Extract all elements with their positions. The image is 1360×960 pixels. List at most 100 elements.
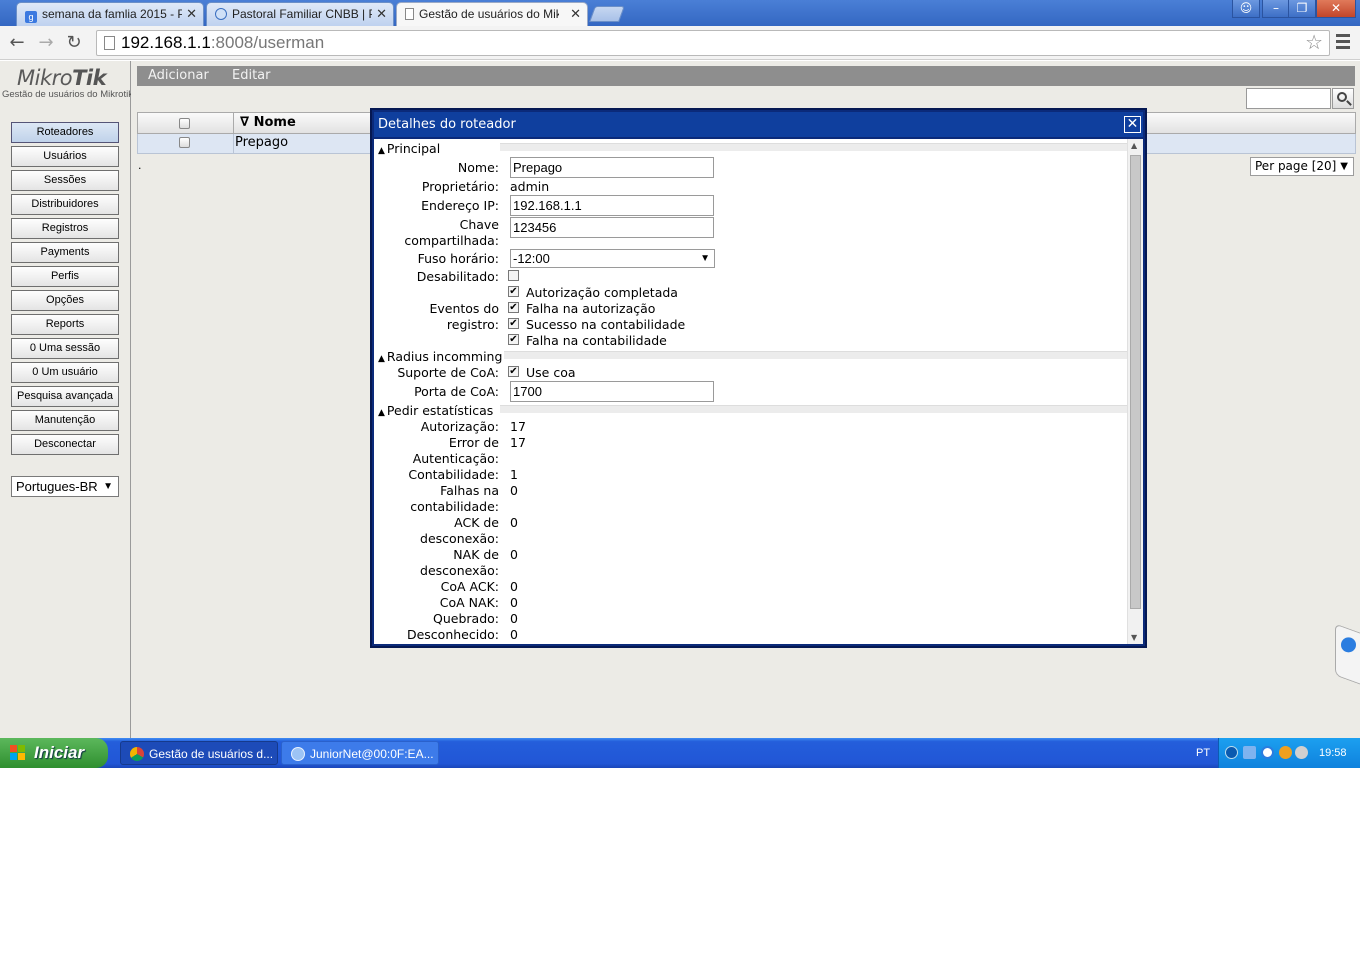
task-network[interactable]: JuniorNet@00:0F:EA... [281,741,439,765]
start-label: Iniciar [34,743,85,762]
select-all-checkbox[interactable] [179,118,190,129]
url-host: 192.168.1.1 [121,33,211,52]
page-icon [104,36,115,50]
app-subtitle: Gestão de usuários do Mikrotik [2,89,131,100]
add-button[interactable]: Adicionar [148,66,209,86]
stat-label: CoA ACK: [440,579,499,594]
stat-value: 1 [510,467,518,482]
name-field[interactable]: Prepago [510,157,714,178]
section-radius-incoming[interactable]: ▲ Radius incomming [374,349,1127,364]
teamviewer-widget[interactable] [1335,623,1360,685]
stat-value: 17 [510,435,526,450]
globe-icon [215,8,227,20]
network-tray-icon[interactable] [1243,746,1256,759]
owner-value: admin [510,179,550,194]
scroll-down-icon[interactable]: ▼ [1131,633,1137,642]
per-page-value: Per page [20] [1255,159,1337,173]
tab-gestao-usuarios[interactable]: Gestão de usuários do Mikrot ✕ [396,2,588,27]
menu-icon[interactable] [1336,34,1350,50]
sidebar-item-reports[interactable]: Reports [11,314,119,335]
close-icon[interactable]: ✕ [186,6,197,22]
section-principal[interactable]: ▲ Principal [374,141,1127,156]
new-tab-button[interactable] [589,6,625,22]
tab-title: Gestão de usuários do Mikrot [419,7,559,21]
log-auth-failed-checkbox[interactable] [508,302,519,313]
teamviewer-tray-icon[interactable] [1261,746,1274,759]
close-icon[interactable]: ✕ [376,6,387,22]
star-icon[interactable]: ☆ [1305,31,1323,55]
per-page-select[interactable]: Per page [20] ▼ [1250,157,1354,176]
tab-google-search[interactable]: g semana da famlia 2015 - Pes ✕ [16,2,204,26]
network-connection-icon [291,747,305,761]
dialog-scrollbar[interactable]: ▲ ▼ [1127,139,1143,644]
section-label: Radius incomming [386,349,503,364]
sidebar-item-0-um-usuario[interactable]: 0 Um usuário [11,362,119,383]
minimize-button[interactable]: – [1262,0,1290,18]
log-events-label-1: Eventos do [429,301,499,316]
close-icon[interactable]: ✕ [1124,116,1141,133]
volume-tray-icon[interactable] [1295,746,1308,759]
ip-field[interactable]: 192.168.1.1 [510,195,714,216]
url-path: :8008/userman [210,33,325,52]
edit-button[interactable]: Editar [232,66,271,86]
row-checkbox[interactable] [179,137,190,148]
use-coa-checkbox[interactable] [508,366,519,377]
ip-label: Endereço IP: [421,198,499,213]
sidebar-item-perfis[interactable]: Perfis [11,266,119,287]
disabled-label: Desabilitado: [416,269,499,284]
start-button[interactable]: Iniciar [0,738,108,768]
stat-label: Error de [448,435,499,450]
reload-icon[interactable]: ↻ [63,32,85,54]
scroll-up-icon[interactable]: ▲ [1131,141,1137,150]
log-event-label: Autorização completada [526,285,678,300]
sidebar-item-registros[interactable]: Registros [11,218,119,239]
sidebar-item-payments[interactable]: Payments [11,242,119,263]
language-select[interactable]: Portugues-BR ▼ [11,476,119,497]
stat-label: desconexão: [420,531,499,546]
disabled-checkbox[interactable] [508,270,519,281]
sidebar-item-desconectar[interactable]: Desconectar [11,434,119,455]
sidebar-item-usuarios[interactable]: Usuários [11,146,119,167]
sidebar-item-sessoes[interactable]: Sessões [11,170,119,191]
stat-label: Contabilidade: [408,467,499,482]
task-chrome[interactable]: Gestão de usuários d... [120,741,278,765]
antivirus-tray-icon[interactable] [1279,746,1292,759]
coa-port-field[interactable]: 1700 [510,381,714,402]
sidebar-item-distribuidores[interactable]: Distribuidores [11,194,119,215]
shared-key-label-2: compartilhada: [404,233,499,248]
row-count-dot: . [138,159,142,172]
search-input[interactable] [1246,88,1331,109]
log-acct-failed-checkbox[interactable] [508,334,519,345]
forward-icon[interactable]: → [35,32,57,54]
browser-toolbar: ← → ↻ 192.168.1.1:8008/userman ☆ [0,26,1360,60]
restore-button[interactable]: ❐ [1288,0,1316,18]
sidebar-item-0-uma-sessao[interactable]: 0 Uma sessão [11,338,119,359]
sidebar-item-opcoes[interactable]: Opções [11,290,119,311]
user-profile-icon[interactable]: ☺ [1232,0,1260,18]
chrome-icon [130,747,144,761]
timezone-select[interactable]: -12:00 ▼ [510,249,715,268]
row-name: Prepago [235,135,289,150]
stat-value: 0 [510,595,518,610]
close-window-button[interactable]: ✕ [1316,0,1356,18]
back-icon[interactable]: ← [6,32,28,54]
search-button[interactable] [1332,88,1354,109]
dialog-title: Detalhes do roteador [374,112,1143,137]
column-header-name[interactable]: ∇ Nome [240,115,296,130]
coa-support-label: Suporte de CoA: [397,365,499,380]
tab-pastoral-familiar[interactable]: Pastoral Familiar CNBB | Past ✕ [206,2,394,26]
address-bar[interactable]: 192.168.1.1:8008/userman ☆ [96,30,1330,56]
log-auth-completed-checkbox[interactable] [508,286,519,297]
section-request-stats[interactable]: ▲ Pedir estatísticas [374,403,1127,418]
scrollbar-thumb[interactable] [1130,155,1141,609]
log-acct-success-checkbox[interactable] [508,318,519,329]
close-icon[interactable]: ✕ [570,6,581,22]
tray-expand-icon[interactable] [1225,746,1238,759]
language-indicator[interactable]: PT [1196,738,1210,768]
router-details-dialog: Detalhes do roteador ✕ ▲ Principal Nome: … [370,108,1147,648]
sidebar-item-pesquisa-avancada[interactable]: Pesquisa avançada [11,386,119,407]
shared-key-field[interactable]: 123456 [510,217,714,238]
windows-flag-icon [10,745,26,761]
sidebar-item-manutencao[interactable]: Manutenção [11,410,119,431]
sidebar-item-roteadores[interactable]: Roteadores [11,122,119,143]
